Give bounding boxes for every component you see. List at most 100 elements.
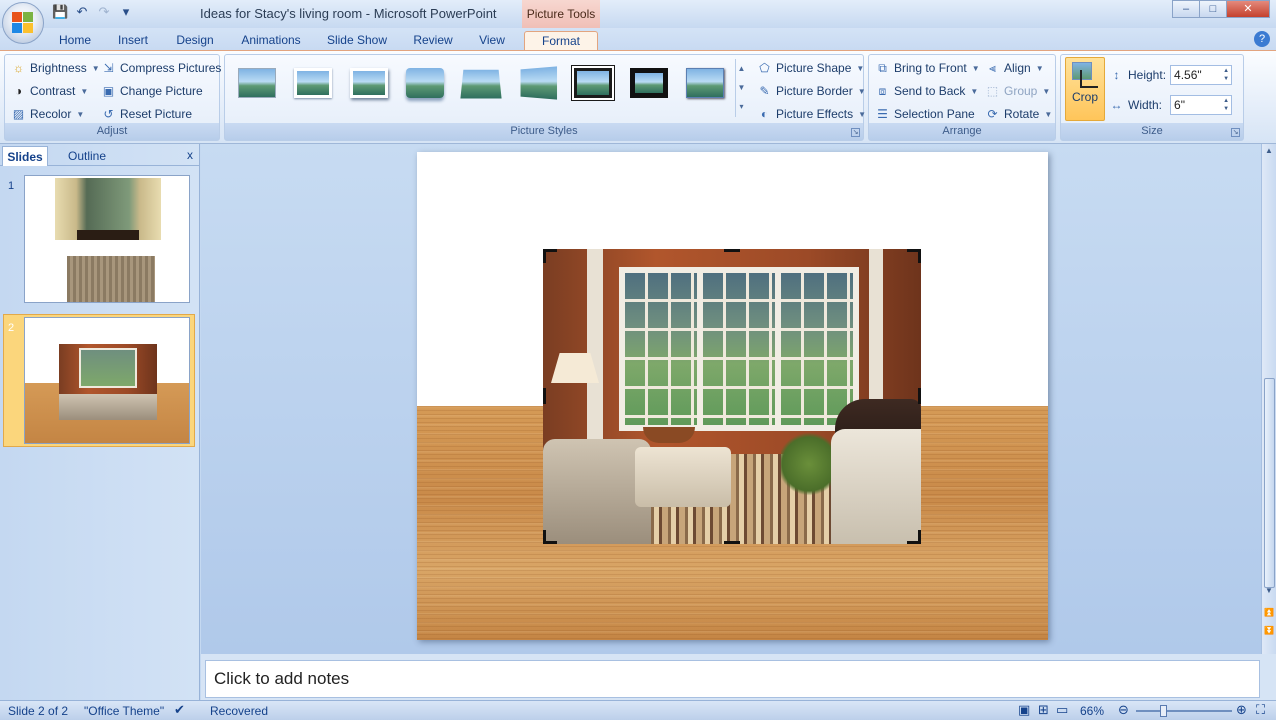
- picture-style-shadow-rectangle[interactable]: [683, 63, 727, 103]
- brightness-icon: ☼: [13, 61, 24, 75]
- close-pane-icon[interactable]: x: [187, 148, 193, 162]
- width-row: ↔ Width: 6": [1109, 94, 1233, 116]
- scrollbar-thumb[interactable]: [1264, 378, 1275, 588]
- crop-icon: [1072, 62, 1098, 88]
- crop-handle-top-left[interactable]: [543, 249, 557, 263]
- tab-home[interactable]: Home: [52, 31, 98, 50]
- slide-canvas[interactable]: [417, 152, 1048, 640]
- crop-handle-top[interactable]: [724, 249, 740, 252]
- bring-to-front-button[interactable]: ⧉ Bring to Front ▼: [875, 58, 979, 78]
- help-icon[interactable]: ?: [1254, 31, 1270, 47]
- office-button[interactable]: [2, 2, 44, 44]
- zoom-slider-knob[interactable]: [1160, 705, 1167, 717]
- crop-handle-right[interactable]: [918, 388, 921, 404]
- tab-outline[interactable]: Outline: [56, 146, 118, 166]
- slide-thumbnail-2[interactable]: [24, 317, 190, 444]
- rotate-button[interactable]: ⟳ Rotate ▼: [985, 104, 1052, 124]
- redo-icon[interactable]: ↷: [96, 4, 112, 20]
- selection-pane-button[interactable]: ☰ Selection Pane: [875, 104, 975, 124]
- reset-picture-button[interactable]: ↺ Reset Picture: [101, 104, 192, 124]
- send-to-back-button[interactable]: ⧈ Send to Back ▼: [875, 81, 979, 101]
- tab-design[interactable]: Design: [168, 31, 222, 50]
- gallery-more-icon[interactable]: ▾: [736, 97, 747, 116]
- contrast-button[interactable]: ◑ Contrast ▼: [11, 81, 88, 101]
- slide-thumbnail-1[interactable]: [24, 175, 190, 303]
- tab-slide-show[interactable]: Slide Show: [320, 31, 394, 50]
- next-slide-icon[interactable]: ⏬: [1262, 624, 1276, 638]
- tab-animations[interactable]: Animations: [234, 31, 308, 50]
- zoom-level[interactable]: 66%: [1080, 704, 1104, 718]
- scroll-down-icon[interactable]: ▼: [1262, 584, 1276, 598]
- notes-pane: Click to add notes: [201, 654, 1276, 700]
- living-room-picture[interactable]: [543, 249, 921, 544]
- recolor-button[interactable]: ▨ Recolor ▼: [11, 104, 84, 124]
- customize-toolbar-icon[interactable]: ▾: [118, 4, 134, 20]
- picture-styles-group-label: Picture Styles: [225, 123, 863, 140]
- crop-button[interactable]: Crop: [1065, 57, 1105, 121]
- picture-shape-button[interactable]: ⬠ Picture Shape ▼: [757, 58, 864, 78]
- gallery-down-icon[interactable]: ▼: [736, 78, 747, 97]
- save-icon[interactable]: 💾: [52, 4, 68, 20]
- adjust-group: ☼ Brightness ▼ ◑ Contrast ▼ ▨ Recolor ▼ ⇲ C…: [4, 54, 221, 141]
- close-button[interactable]: ✕: [1226, 0, 1270, 18]
- normal-view-icon[interactable]: ▣: [1018, 702, 1030, 718]
- send-to-back-label: Send to Back: [894, 84, 966, 98]
- zoom-slider[interactable]: [1136, 710, 1232, 712]
- vertical-scrollbar[interactable]: ▲ ▼ ⏫ ⏬: [1261, 144, 1276, 654]
- compress-pictures-button[interactable]: ⇲ Compress Pictures: [101, 58, 221, 78]
- arrange-group-label: Arrange: [869, 123, 1055, 140]
- change-picture-button[interactable]: ▣ Change Picture: [101, 81, 203, 101]
- dropdown-arrow-icon: ▼: [1042, 86, 1051, 96]
- slide-show-icon[interactable]: ▭: [1056, 702, 1068, 718]
- gallery-up-icon[interactable]: ▲: [736, 59, 747, 78]
- picture-border-label: Picture Border: [776, 84, 853, 98]
- zoom-in-icon[interactable]: ⊕: [1236, 702, 1247, 718]
- selection-pane-icon: ☰: [877, 107, 888, 121]
- picture-style-drop-shadow[interactable]: [347, 63, 391, 103]
- picture-styles-dialog-launcher-icon[interactable]: ↘: [851, 128, 860, 137]
- picture-style-reflected[interactable]: [403, 63, 447, 103]
- picture-styles-group: ▲ ▼ ▾ ⬠ Picture Shape ▼ ✎ Picture Border ▼…: [224, 54, 866, 141]
- crop-handle-top-right[interactable]: [907, 249, 921, 263]
- tab-view[interactable]: View: [472, 31, 512, 50]
- scroll-up-icon[interactable]: ▲: [1262, 144, 1276, 158]
- height-spinner[interactable]: 4.56": [1170, 65, 1233, 85]
- crop-handle-left[interactable]: [543, 388, 546, 404]
- fit-slide-icon[interactable]: ⛶: [1256, 702, 1265, 718]
- width-spinner[interactable]: 6": [1170, 95, 1233, 115]
- dropdown-arrow-icon: ▼: [858, 109, 867, 119]
- status-bar: Slide 2 of 2 "Office Theme" ✔ Recovered …: [0, 700, 1276, 720]
- slide-editing-area: [201, 144, 1261, 654]
- picture-style-simple-frame[interactable]: [235, 63, 279, 103]
- tab-review[interactable]: Review: [406, 31, 460, 50]
- spell-check-icon[interactable]: ✔: [174, 702, 185, 718]
- crop-handle-bottom-right[interactable]: [907, 530, 921, 544]
- slide-sorter-icon[interactable]: ⊞: [1038, 702, 1049, 718]
- minimize-button[interactable]: –: [1172, 0, 1200, 18]
- previous-slide-icon[interactable]: ⏫: [1262, 606, 1276, 620]
- tab-format[interactable]: Format: [524, 31, 598, 50]
- picture-style-perspective[interactable]: [459, 63, 503, 103]
- brightness-button[interactable]: ☼ Brightness ▼: [11, 58, 100, 78]
- arrange-group: ⧉ Bring to Front ▼ ⧈ Send to Back ▼ ☰ Sele…: [868, 54, 1056, 141]
- crop-handle-bottom-left[interactable]: [543, 530, 557, 544]
- zoom-out-icon[interactable]: ⊖: [1118, 702, 1129, 718]
- align-button[interactable]: ⫷ Align ▼: [985, 58, 1044, 78]
- picture-border-button[interactable]: ✎ Picture Border ▼: [757, 81, 865, 101]
- notes-placeholder: Click to add notes: [214, 669, 350, 688]
- notes-box[interactable]: Click to add notes: [205, 660, 1260, 698]
- maximize-button[interactable]: □: [1199, 0, 1227, 18]
- undo-icon[interactable]: ↶: [74, 4, 90, 20]
- picture-style-double-frame[interactable]: [571, 63, 615, 103]
- tab-insert[interactable]: Insert: [110, 31, 156, 50]
- height-row: ↕ Height: 4.56": [1109, 64, 1233, 86]
- picture-style-rotated[interactable]: [515, 63, 559, 103]
- compress-icon: ⇲: [103, 61, 114, 75]
- picture-style-thick-matte[interactable]: [627, 63, 671, 103]
- picture-effects-button[interactable]: ◐ Picture Effects ▼: [757, 104, 866, 124]
- tab-slides[interactable]: Slides: [2, 146, 48, 166]
- picture-style-white-frame[interactable]: [291, 63, 335, 103]
- size-dialog-launcher-icon[interactable]: ↘: [1231, 128, 1240, 137]
- crop-handle-bottom[interactable]: [724, 541, 740, 544]
- group-button[interactable]: ⬚ Group ▼: [985, 81, 1050, 101]
